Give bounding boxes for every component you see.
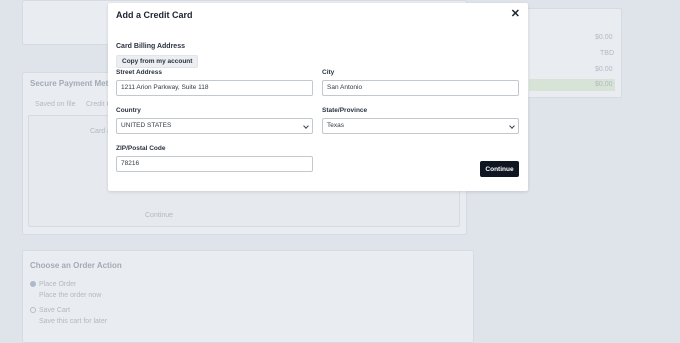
street-address-input[interactable]: 1211 Arion Parkway, Suite 118 [116,80,313,96]
bg-price: TBD [600,50,614,57]
bg-tab-saved: Saved on file [35,101,76,108]
modal-title: Add a Credit Card [116,10,193,20]
city-input[interactable]: San Antonio [322,80,519,96]
country-select[interactable]: UNITED STATES [116,118,313,134]
zip-label: ZIP/Postal Code [116,145,166,152]
country-label: Country [116,107,141,114]
section-title: Card Billing Address [116,43,185,50]
chevron-down-icon [509,123,515,129]
bg-price: $0.00 [595,81,613,88]
street-label: Street Address [116,69,162,76]
bg-place-order: Place Order [39,281,77,288]
bg-save-cart-sub: Save this cart for later [39,318,108,325]
country-select-value: UNITED STATES [121,122,172,129]
state-select-value: Texas [327,122,344,129]
zip-input[interactable]: 78216 [116,156,313,172]
city-label: City [322,69,335,76]
add-credit-card-modal: Add a Credit Card ✕ Card Billing Address… [108,3,528,191]
bg-place-order-sub: Place the order now [39,292,102,299]
copy-from-account-button[interactable]: Copy from my account [116,55,199,68]
bg-footer-text: Continue [145,212,174,219]
close-icon[interactable]: ✕ [511,9,520,20]
continue-button[interactable]: Continue [480,161,519,177]
bg-payment-heading: Secure Payment Meth [30,79,114,88]
bg-save-cart: Save Cart [39,307,71,314]
bg-price: $0.00 [595,66,613,73]
chevron-down-icon [303,123,309,129]
state-select[interactable]: Texas [322,118,519,134]
bg-order-action-heading: Choose an Order Action [30,261,122,270]
bg-radio-place-order [30,281,36,287]
bg-price: $0.00 [595,34,613,41]
state-label: State/Province [322,107,368,114]
bg-radio-save-cart [30,307,36,313]
